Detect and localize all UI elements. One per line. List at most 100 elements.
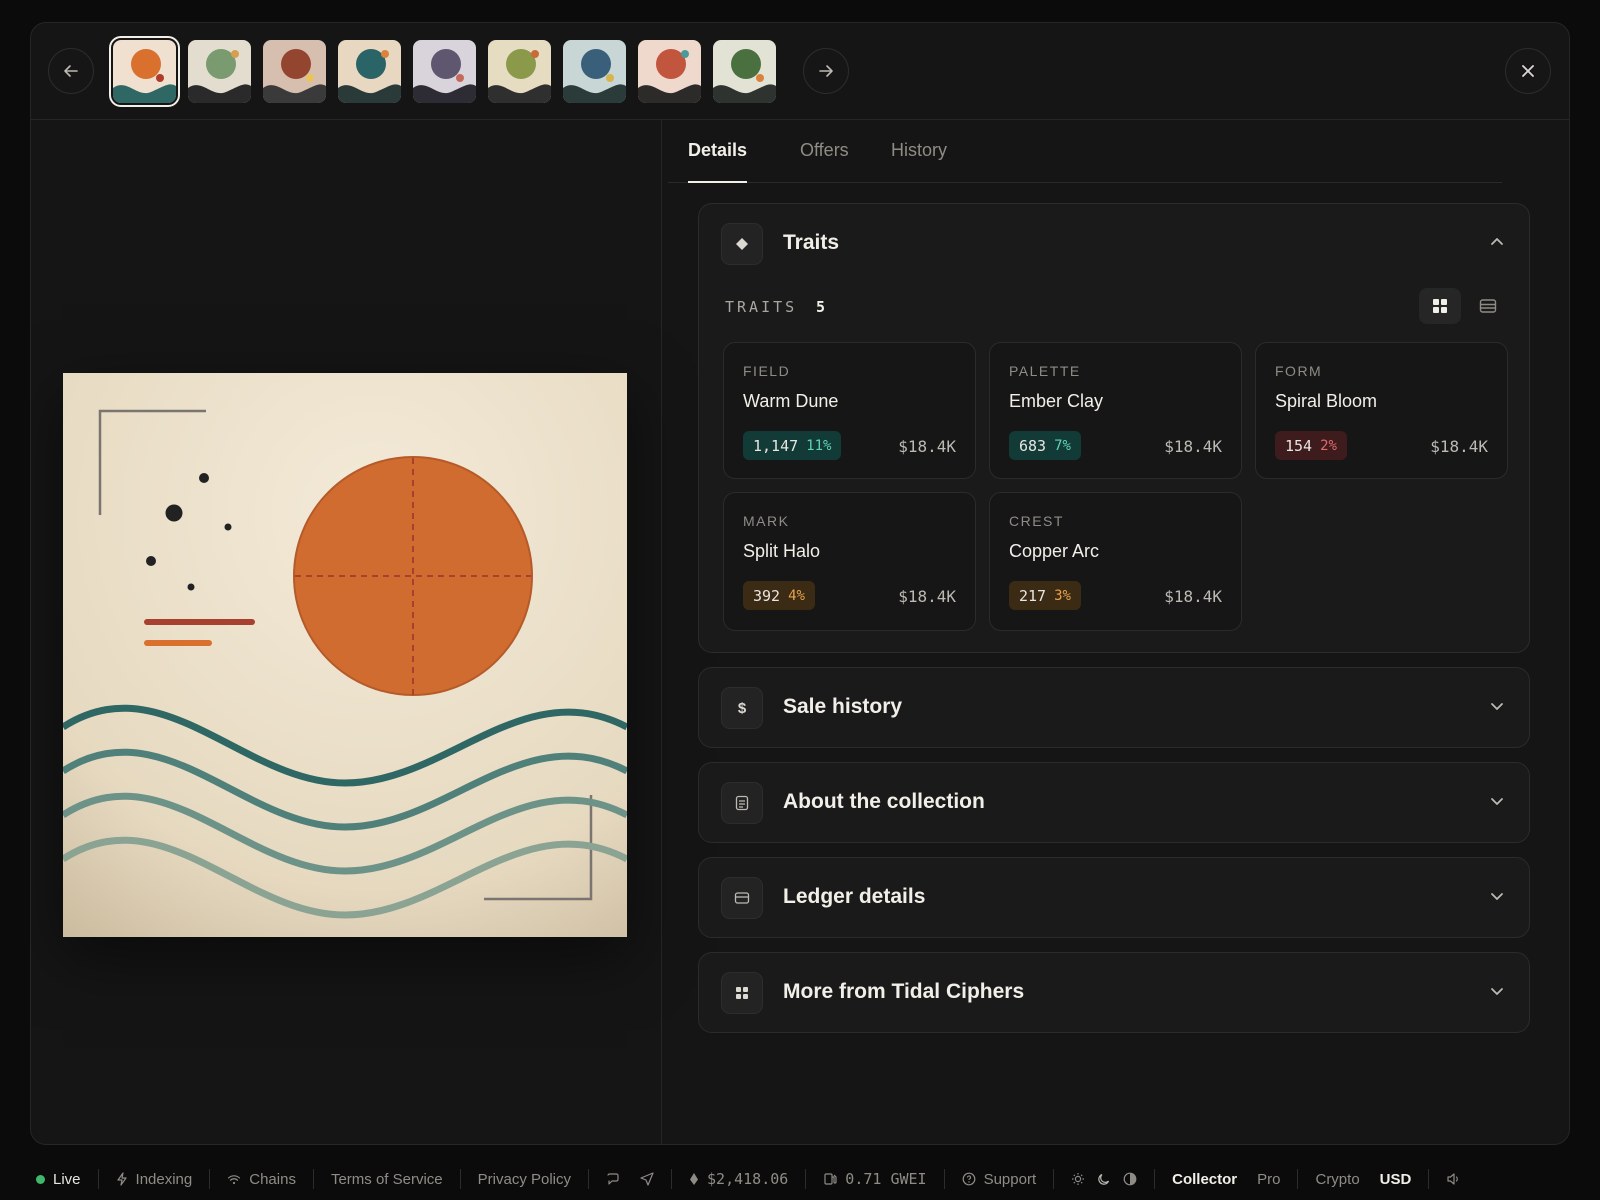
section-header[interactable]: $ Sale history [699, 668, 1529, 748]
close-button[interactable] [1505, 48, 1551, 94]
sun-icon[interactable] [1071, 1172, 1085, 1186]
gas-price-value: 0.71 GWEI [845, 1170, 927, 1188]
list-view-button[interactable] [1467, 288, 1509, 324]
trait-value: Warm Dune [743, 391, 839, 411]
section-panel[interactable]: $ Sale history [698, 667, 1530, 748]
thumbnail-art [113, 40, 176, 103]
trait-percent: 7% [1054, 437, 1071, 454]
trait-count: 154 [1285, 436, 1313, 455]
thumbnail-list [109, 36, 776, 107]
thumbnail-art [563, 40, 626, 103]
detail-tabs: Details Offers History [668, 118, 1502, 183]
card-icon [721, 877, 763, 919]
support-link[interactable]: Support [945, 1171, 1054, 1188]
section-header[interactable]: Ledger details [699, 858, 1529, 938]
grid-view-button[interactable] [1419, 288, 1461, 324]
chat-button[interactable] [589, 1172, 630, 1186]
eth-price-value: $2,418.06 [707, 1170, 789, 1188]
trait-category: PALETTE [1009, 363, 1081, 379]
chevron-down-icon [1489, 793, 1505, 814]
send-icon [640, 1172, 654, 1186]
gas-price: 0.71 GWEI [806, 1170, 943, 1188]
chat-icon [607, 1173, 619, 1185]
thumbnail[interactable] [638, 40, 701, 103]
thumbnail-art [713, 40, 776, 103]
thumbnail-art [338, 40, 401, 103]
thumbnail[interactable] [188, 40, 251, 103]
thumbnail-art [413, 40, 476, 103]
arrow-right-icon [819, 65, 833, 77]
section-title: Ledger details [783, 885, 926, 908]
trait-rarity-badge: 392 4% [743, 581, 815, 610]
thumbnail[interactable] [488, 40, 551, 103]
moon-icon[interactable] [1097, 1172, 1111, 1186]
traits-label: TRAITS [725, 298, 798, 316]
chevron-down-icon [1489, 698, 1505, 719]
trait-floor-price: $18.4K [1164, 437, 1222, 456]
status-bar: Live Indexing Chains Terms of Service Pr… [0, 1158, 1600, 1200]
trait-count: 392 [753, 586, 781, 605]
trait-percent: 3% [1054, 587, 1071, 604]
fuel-icon [824, 1173, 837, 1185]
mode-collector[interactable]: Collector [1155, 1171, 1247, 1188]
live-label: Live [53, 1170, 81, 1188]
grid-icon [721, 972, 763, 1014]
artwork-image[interactable] [63, 373, 627, 937]
trait-value: Ember Clay [1009, 391, 1104, 411]
traits-title: Traits [783, 231, 840, 254]
thumbnail[interactable] [263, 40, 326, 103]
trait-card[interactable]: FIELD Warm Dune 1,147 11% $18.4K [723, 342, 976, 479]
chevron-down-icon [1489, 983, 1505, 1004]
thumbnail[interactable] [713, 40, 776, 103]
mode-pro[interactable]: Pro [1247, 1171, 1297, 1188]
dollar-icon: $ [721, 687, 763, 729]
thumbnail[interactable] [563, 40, 626, 103]
trait-value: Spiral Bloom [1275, 391, 1378, 411]
traits-count: 5 [816, 298, 826, 316]
thumbnail[interactable] [109, 36, 180, 107]
trait-floor-price: $18.4K [898, 437, 956, 456]
thumbnail-art [263, 40, 326, 103]
thumbnail[interactable] [338, 40, 401, 103]
trait-floor-price: $18.4K [898, 587, 956, 606]
trait-rarity-badge: 683 7% [1009, 431, 1081, 460]
trait-percent: 4% [788, 587, 805, 604]
section-panel[interactable]: About the collection [698, 762, 1530, 843]
next-button[interactable] [803, 48, 849, 94]
currency-usd[interactable]: USD [1370, 1171, 1429, 1188]
chains-status[interactable]: Chains [210, 1171, 313, 1188]
sound-button[interactable] [1429, 1172, 1478, 1186]
terms-link[interactable]: Terms of Service [314, 1171, 460, 1188]
trait-rarity-badge: 1,147 11% [743, 431, 842, 460]
indexing-status[interactable]: Indexing [99, 1171, 210, 1188]
currency-crypto[interactable]: Crypto [1298, 1171, 1369, 1188]
tab-offers[interactable]: Offers [800, 140, 849, 181]
traits-panel-header[interactable]: Traits [699, 204, 1529, 284]
tab-history[interactable]: History [891, 140, 947, 181]
section-title: More from Tidal Ciphers [783, 980, 1025, 1003]
contrast-icon[interactable] [1123, 1172, 1137, 1186]
chevron-up-icon [1489, 234, 1505, 255]
trait-value: Copper Arc [1009, 541, 1100, 561]
chains-label: Chains [249, 1170, 296, 1188]
thumbnail[interactable] [413, 40, 476, 103]
trait-card[interactable]: PALETTE Ember Clay 683 7% $18.4K [989, 342, 1242, 479]
privacy-link[interactable]: Privacy Policy [461, 1171, 588, 1188]
section-title: Sale history [783, 695, 903, 718]
section-panel[interactable]: Ledger details [698, 857, 1530, 938]
diamond-icon [721, 223, 763, 265]
speaker-icon [1447, 1173, 1459, 1185]
tab-details[interactable]: Details [688, 140, 748, 183]
section-panel[interactable]: More from Tidal Ciphers [698, 952, 1530, 1033]
eth-price: $2,418.06 [672, 1170, 805, 1188]
section-header[interactable]: More from Tidal Ciphers [699, 953, 1529, 1033]
thumbnail-strip-bar [31, 23, 1569, 120]
trait-card[interactable]: MARK Split Halo 392 4% $18.4K [723, 492, 976, 631]
trait-card[interactable]: FORM Spiral Bloom 154 2% $18.4K [1255, 342, 1508, 479]
previous-button[interactable] [48, 48, 94, 94]
send-button[interactable] [630, 1172, 671, 1186]
trait-floor-price: $18.4K [1164, 587, 1222, 606]
live-indicator[interactable]: Live [36, 1171, 98, 1188]
trait-card[interactable]: CREST Copper Arc 217 3% $18.4K [989, 492, 1242, 631]
section-header[interactable]: About the collection [699, 763, 1529, 843]
